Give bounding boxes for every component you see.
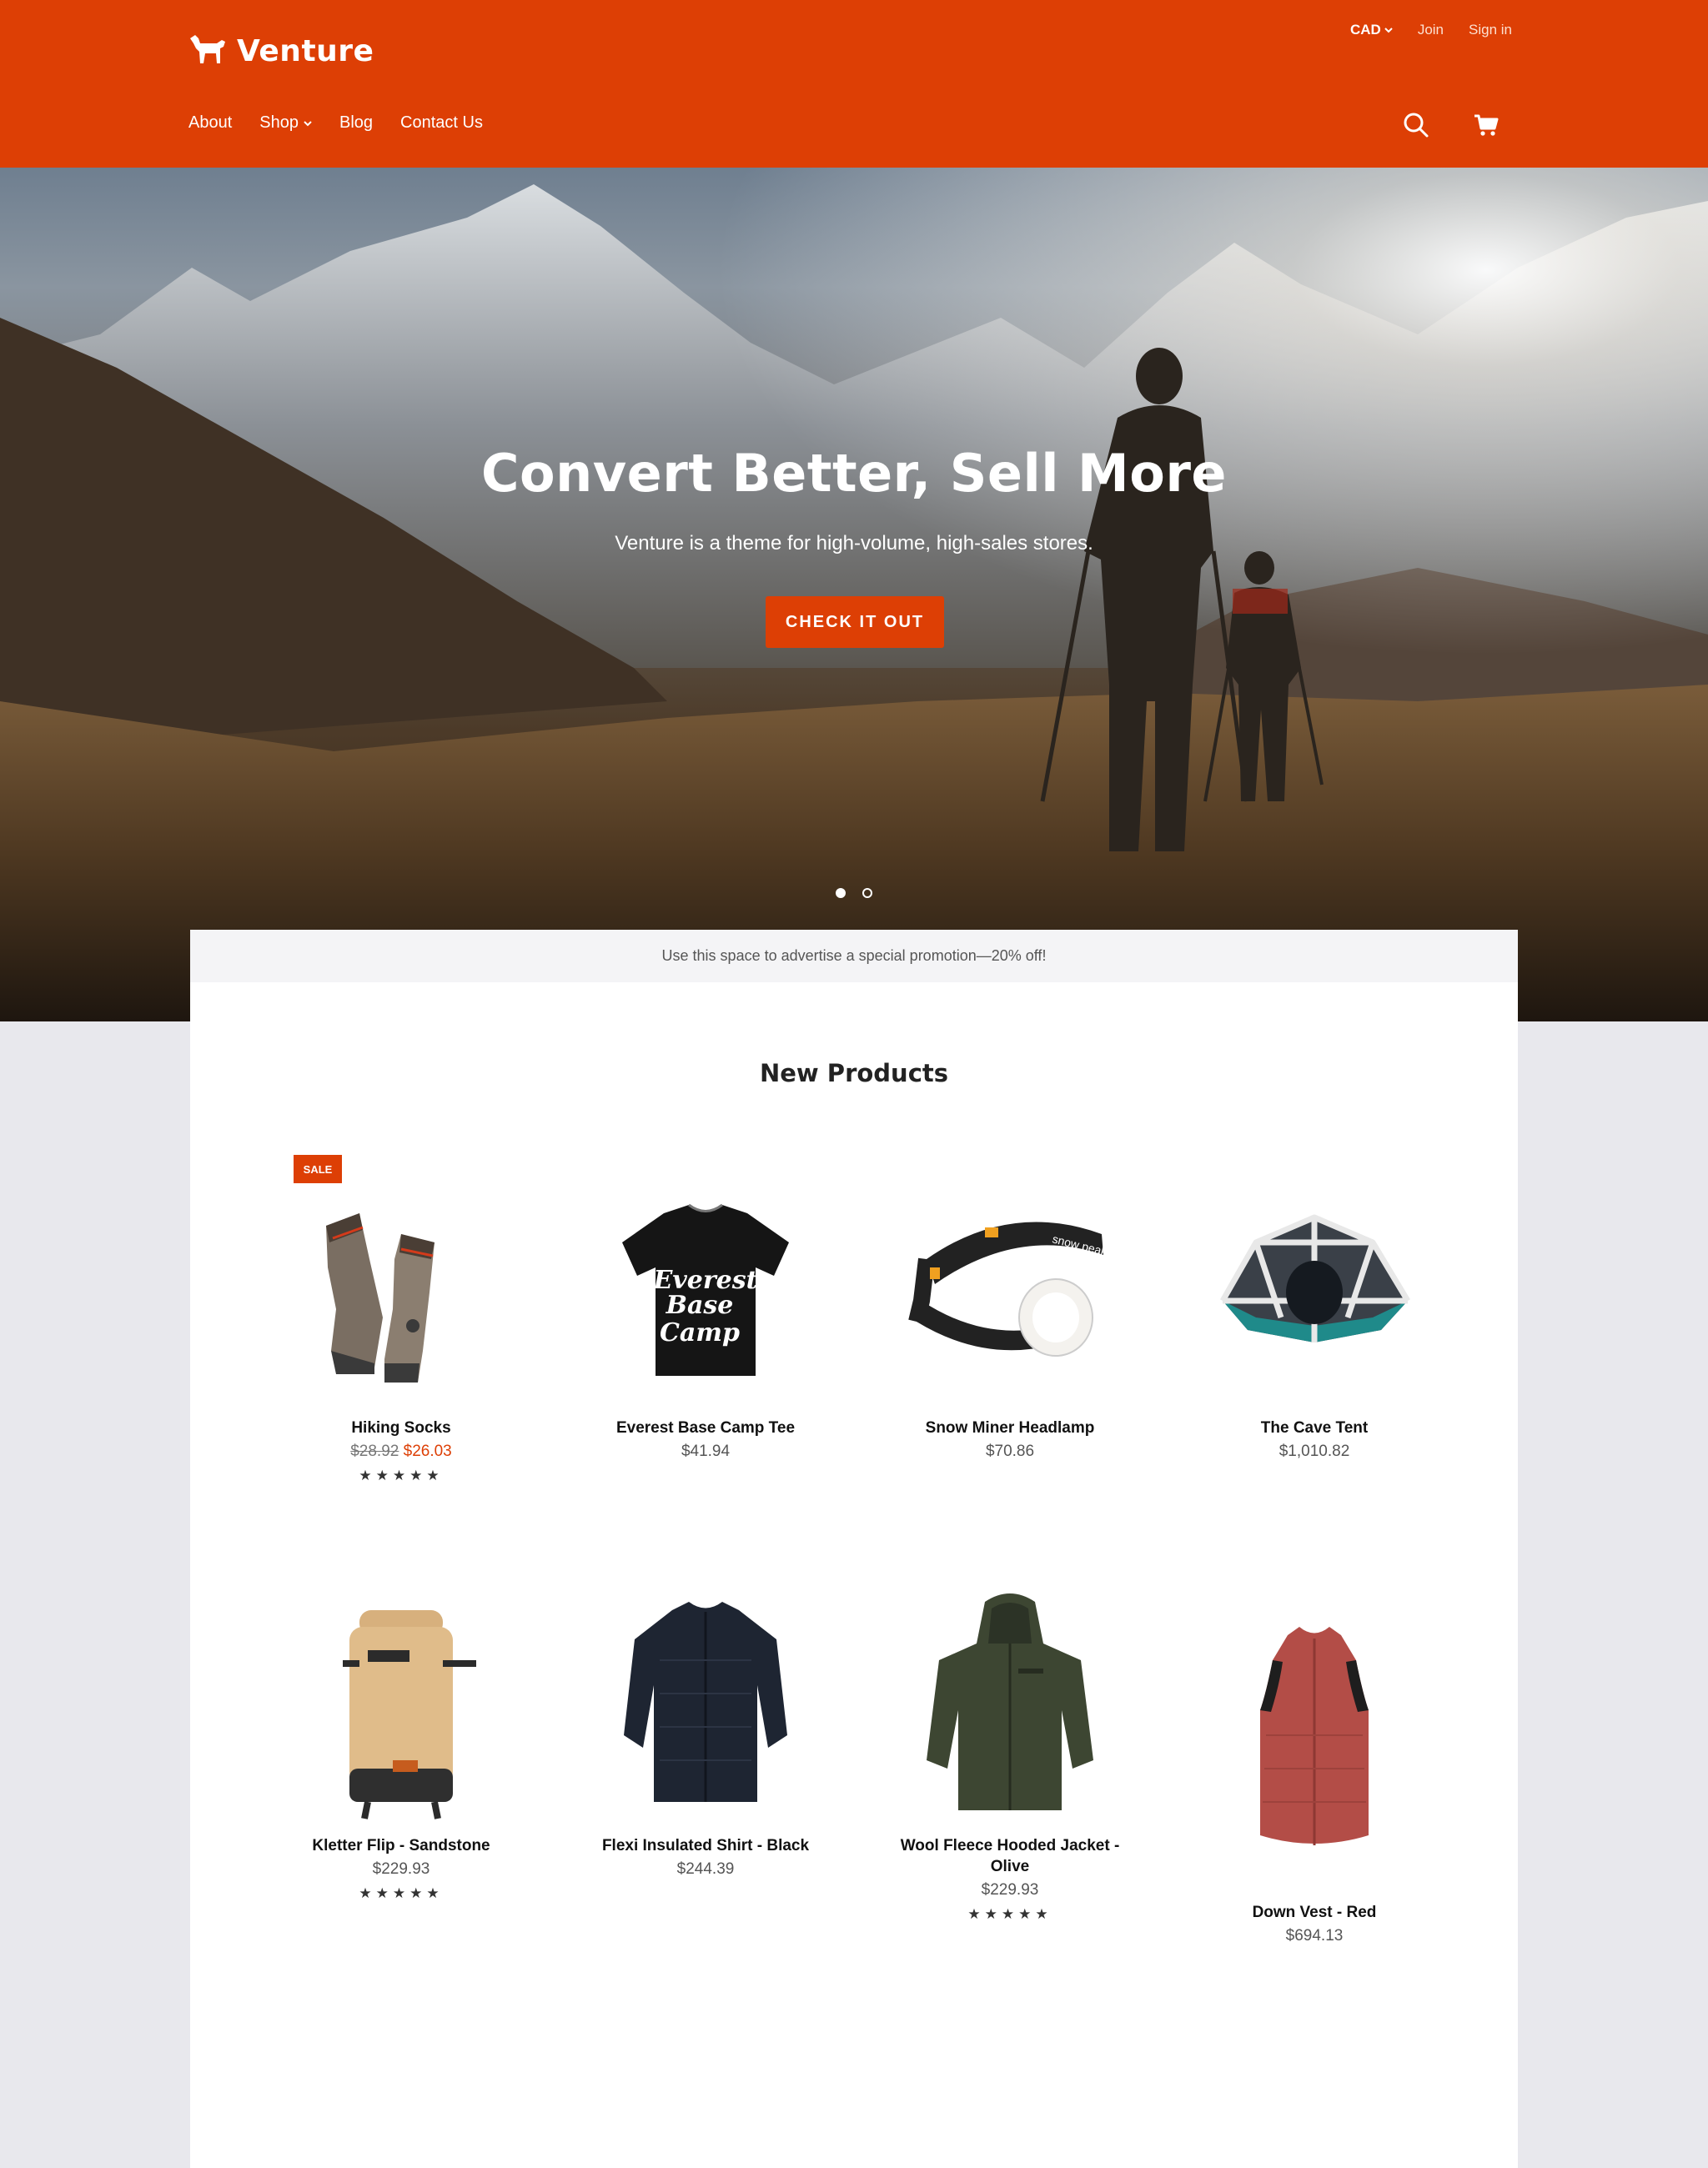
sale-price: $26.03 [403, 1443, 452, 1460]
chevron-down-icon [1384, 28, 1393, 33]
nav-about[interactable]: About [188, 113, 232, 133]
product-image-headlamp[interactable]: snow peak [885, 1151, 1135, 1418]
section-title: New Products [759, 1059, 949, 1087]
product-card[interactable]: The Cave Tent $1,010.82 [1189, 1151, 1439, 1465]
product-name[interactable]: Snow Miner Headlamp [885, 1418, 1135, 1438]
slide-dot-2[interactable] [862, 888, 872, 898]
product-name[interactable]: Everest Base Camp Tee [580, 1418, 831, 1438]
brand-name: Venture [237, 33, 374, 68]
product-image-shirt[interactable] [580, 1568, 831, 1835]
star-rating: ★★★★★ [359, 1468, 444, 1483]
product-price: $244.39 [676, 1860, 735, 1878]
product-image-jacket[interactable] [885, 1568, 1135, 1835]
nav-contact[interactable]: Contact Us [400, 113, 483, 133]
main-nav: About Shop Blog Contact Us [188, 113, 483, 133]
hero-subtitle: Venture is a theme for high-volume, high… [615, 532, 1093, 555]
product-price: $229.93 [981, 1881, 1039, 1899]
product-card[interactable]: Flexi Insulated Shirt - Black $244.39 [580, 1568, 831, 1883]
slide-indicators [0, 888, 1708, 898]
cart-icon[interactable] [1473, 112, 1500, 138]
currency-selector[interactable]: CAD [1350, 22, 1393, 38]
hero-slideshow: Convert Better, Sell More Venture is a t… [0, 168, 1708, 1021]
logo[interactable]: Venture [188, 30, 374, 72]
star-rating: ★★★★★ [359, 1885, 444, 1901]
search-icon[interactable] [1403, 112, 1429, 138]
product-name[interactable]: Wool Fleece Hooded Jacket - Olive [885, 1835, 1135, 1877]
product-name[interactable]: Flexi Insulated Shirt - Black [580, 1835, 831, 1856]
promo-bar: Use this space to advertise a special pr… [190, 930, 1518, 982]
product-card[interactable]: snow peak Snow Miner Headlamp $70.86 [885, 1151, 1135, 1465]
product-card[interactable]: Everest Base Camp Everest Base Camp Tee … [580, 1151, 831, 1465]
product-price: $70.86 [985, 1443, 1035, 1460]
nav-shop-label: Shop [259, 113, 299, 132]
product-price: $694.13 [1285, 1927, 1344, 1945]
currency-label: CAD [1349, 22, 1381, 38]
hero-title: Convert Better, Sell More [481, 443, 1227, 504]
product-price: $229.93 [372, 1860, 430, 1878]
tee-print-line-2: Base [666, 1291, 734, 1320]
product-card[interactable]: Down Vest - Red $694.13 [1189, 1568, 1439, 1950]
site-header: Venture CAD Join Sign in About Shop Blog… [0, 0, 1708, 168]
product-card[interactable]: Kletter Flip - Sandstone $229.93 ★★★★★ [276, 1568, 526, 1905]
product-price: $28.92 $26.03 [276, 1438, 526, 1465]
product-image-socks[interactable] [276, 1151, 526, 1418]
slide-dot-1[interactable] [836, 888, 846, 898]
product-card[interactable]: Wool Fleece Hooded Jacket - Olive $229.9… [885, 1568, 1135, 1925]
product-name[interactable]: The Cave Tent [1189, 1418, 1439, 1438]
product-price: $1,010.82 [1278, 1443, 1350, 1460]
product-image-backpack[interactable] [276, 1568, 526, 1835]
header-actions [1403, 112, 1500, 138]
product-image-tent[interactable] [1189, 1151, 1439, 1418]
join-link[interactable]: Join [1418, 22, 1444, 38]
content-card: Use this space to advertise a special pr… [190, 930, 1518, 2168]
product-name[interactable]: Down Vest - Red [1189, 1902, 1439, 1923]
product-price: $41.94 [681, 1443, 731, 1460]
sign-in-link[interactable]: Sign in [1469, 22, 1512, 38]
dog-logo-icon [188, 33, 227, 68]
product-name[interactable]: Kletter Flip - Sandstone [276, 1835, 526, 1856]
product-card[interactable]: Hiking Socks $28.92 $26.03 ★★★★★ [276, 1151, 526, 1487]
product-image-tee[interactable]: Everest Base Camp [580, 1151, 831, 1418]
chevron-down-icon [304, 120, 312, 126]
star-rating: ★★★★★ [967, 1906, 1052, 1922]
account-links: CAD Join Sign in [1350, 22, 1512, 38]
hero-cta-button[interactable]: CHECK IT OUT [766, 596, 944, 648]
sale-badge: SALE [294, 1155, 342, 1183]
product-image-vest[interactable] [1189, 1568, 1439, 1902]
tee-print-line-3: Camp [660, 1318, 740, 1347]
original-price: $28.92 [350, 1443, 399, 1460]
nav-blog[interactable]: Blog [339, 113, 373, 133]
product-name[interactable]: Hiking Socks [276, 1418, 526, 1438]
nav-shop[interactable]: Shop [259, 113, 312, 133]
